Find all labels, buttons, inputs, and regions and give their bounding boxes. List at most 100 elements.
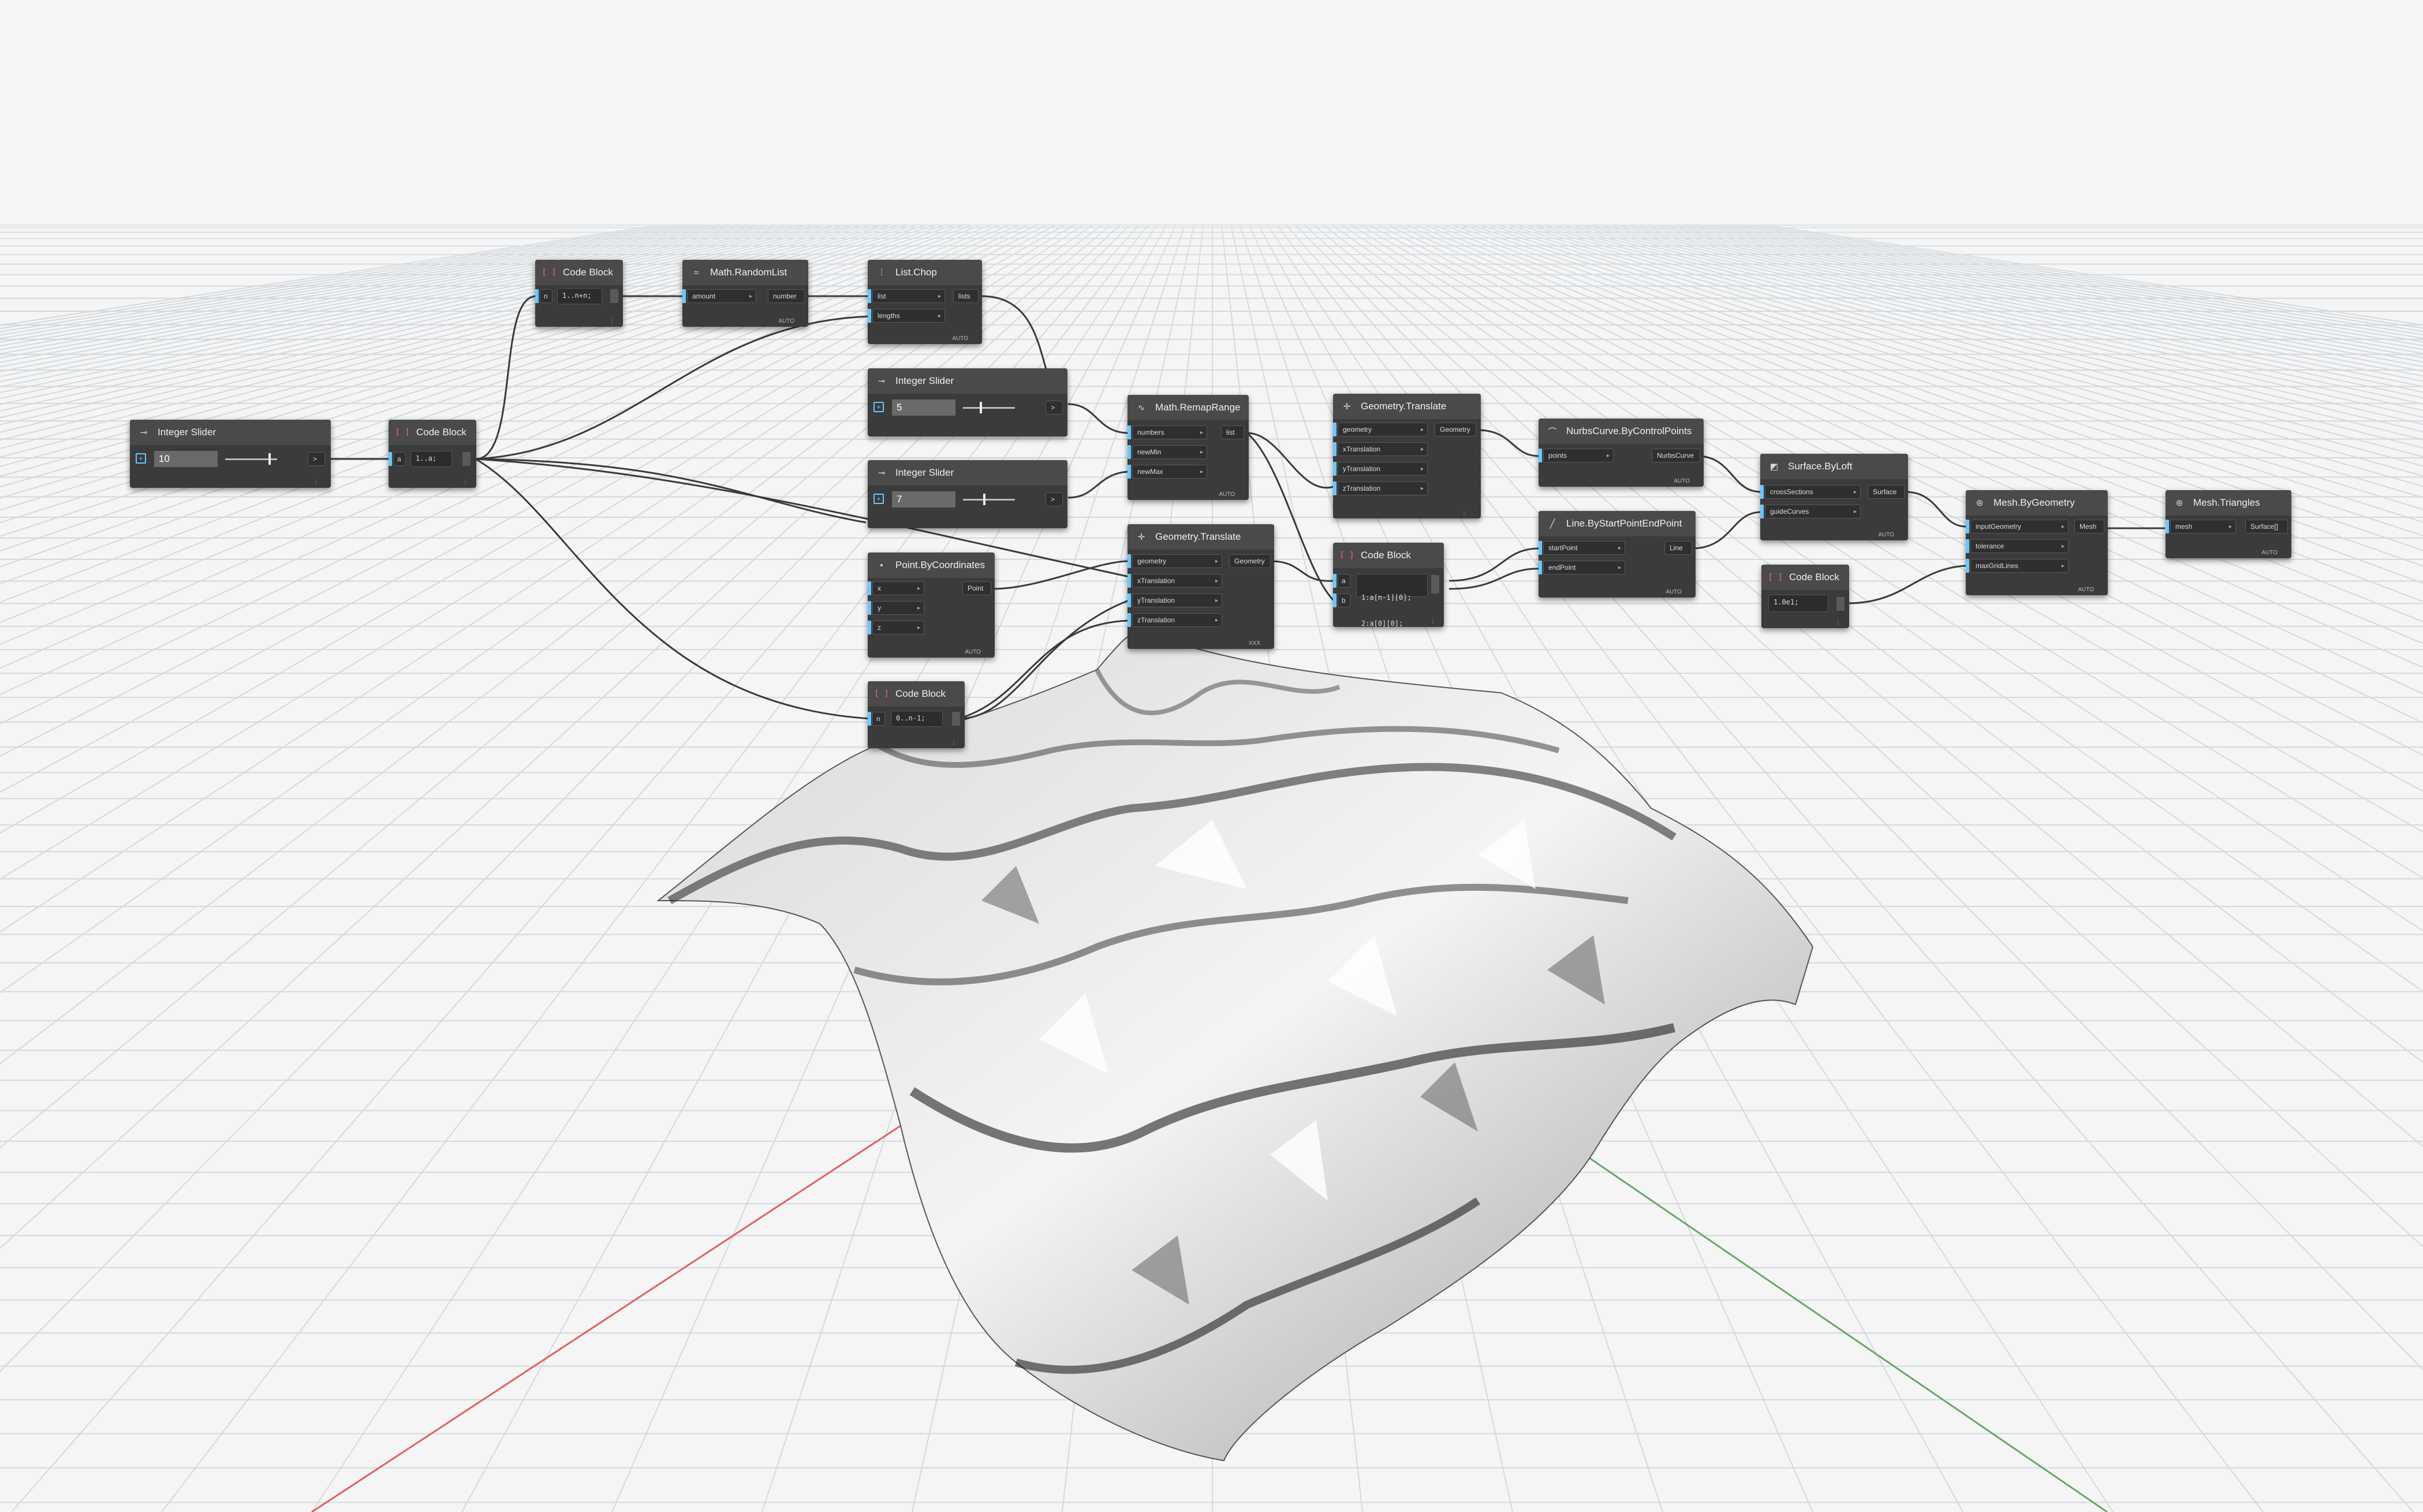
code-editor[interactable]: 1:a[n-1][0]; 2:a[0][0]; [1356,574,1428,628]
input-port-x[interactable] [868,581,871,595]
input-port-geometry[interactable] [1128,554,1131,568]
input-points[interactable]: points ▸ [1543,449,1614,462]
input-port-newmax[interactable] [1128,465,1131,479]
code-block-node[interactable]: [ ] Code Block a b 1:a[n-1][0]; 2:a[0][0]… [1333,543,1444,628]
output-lists[interactable]: lists [953,289,979,303]
input-port-lengths[interactable] [868,309,871,323]
input-port-guidecurves[interactable] [1760,505,1764,518]
input-newmin[interactable]: newMin ▸ [1132,445,1207,459]
input-crosssections[interactable]: crossSections ▸ [1765,485,1861,499]
input-port-y[interactable] [868,601,871,615]
integer-slider-node[interactable]: ⊸ Integer Slider + 10 > ⋮ [130,420,331,488]
integer-slider-node[interactable]: ⊸ Integer Slider + 5 > [868,368,1067,436]
input-list[interactable]: list ▸ [872,289,945,303]
integer-slider-node[interactable]: ⊸ Integer Slider + 7 > [868,460,1067,528]
output-port[interactable] [610,289,618,303]
remap-range-node[interactable]: ∿ Math.RemapRange numbers ▸ newMin ▸ newMax… [1128,395,1249,500]
slider-output[interactable]: > [1046,401,1063,415]
input-ztranslation[interactable]: zTranslation ▸ [1338,481,1428,495]
input-amount[interactable]: amount ▸ [687,289,756,303]
input-maxgridlines[interactable]: maxGridLines ▸ [1970,559,2069,573]
output-mesh[interactable]: Mesh [2074,520,2104,533]
nurbs-curve-node[interactable]: ⌒ NurbsCurve.ByControlPoints points ▸ Nurb… [1539,419,1704,487]
input-inputgeometry[interactable]: inputGeometry ▸ [1970,520,2069,533]
input-ytranslation[interactable]: yTranslation ▸ [1132,593,1222,607]
input-guidecurves[interactable]: guideCurves ▸ [1765,505,1861,518]
output-nurbscurve[interactable]: NurbsCurve [1652,449,1700,462]
input-port-newmin[interactable] [1128,445,1131,459]
mesh-triangles-node[interactable]: ⊛ Mesh.Triangles mesh ▸ Surface[] AUTO [2166,490,2291,558]
input-startpoint[interactable]: startPoint ▸ [1543,541,1625,555]
list-chop-node[interactable]: ⫶ List.Chop list ▸ lengths ▸ lists AUTO [868,260,982,344]
input-ytranslation[interactable]: yTranslation ▸ [1338,462,1428,476]
slider-thumb[interactable] [980,402,982,413]
input-port-a[interactable] [1333,574,1336,588]
output-surfaces[interactable]: Surface[] [2245,520,2288,533]
input-tolerance[interactable]: tolerance ▸ [1970,539,2069,553]
input-numbers[interactable]: numbers ▸ [1132,425,1207,439]
input-y[interactable]: y ▸ [872,601,924,615]
input-port-a[interactable] [389,452,392,466]
code-block-node[interactable]: [ ] Code Block 1.0e1; ⋮ [1761,565,1849,628]
output-port[interactable] [952,712,960,726]
input-geometry[interactable]: geometry ▸ [1132,554,1222,568]
slider-thumb[interactable] [983,494,985,505]
input-port-n[interactable] [868,712,871,726]
surface-by-loft-node[interactable]: ◩ Surface.ByLoft crossSections ▸ guideCurv… [1760,454,1908,540]
input-port-inputgeometry[interactable] [1966,520,1969,533]
input-port-ytranslation[interactable] [1128,593,1131,607]
input-port-geometry[interactable] [1333,423,1336,436]
code-block-node[interactable]: [ ] Code Block a 1..a; ⋮ [389,420,476,488]
input-xtranslation[interactable]: xTranslation ▸ [1338,442,1428,456]
input-geometry[interactable]: geometry ▸ [1338,423,1428,436]
input-port-ytranslation[interactable] [1333,462,1336,476]
output-port[interactable] [462,452,471,466]
geometry-translate-node[interactable]: ✛ Geometry.Translate geometry ▸ xTranslati… [1333,394,1481,518]
expand-icon[interactable]: + [873,494,884,504]
input-x[interactable]: x ▸ [872,581,924,595]
output-port[interactable] [1431,585,1439,593]
input-xtranslation[interactable]: xTranslation ▸ [1132,574,1222,588]
expand-icon[interactable]: + [136,453,146,464]
code-editor[interactable]: 1..n+n; [557,288,602,304]
output-line[interactable]: Line [1664,541,1692,555]
mesh-by-geometry-node[interactable]: ⊛ Mesh.ByGeometry inputGeometry ▸ toleranc… [1966,490,2108,595]
input-port-list[interactable] [868,289,871,303]
input-port-tolerance[interactable] [1966,539,1969,553]
input-port-z[interactable] [868,621,871,634]
input-port-ztranslation[interactable] [1128,613,1131,627]
point-by-coordinates-node[interactable]: • Point.ByCoordinates x ▸ y ▸ z ▸ Point AUTO [868,552,995,658]
slider-value[interactable]: 5 [892,400,955,416]
random-list-node[interactable]: ≈ Math.RandomList amount ▸ number AUTO [682,260,808,327]
input-port-b[interactable] [1333,593,1336,607]
slider-output[interactable]: > [1046,492,1063,506]
input-newmax[interactable]: newMax ▸ [1132,465,1207,479]
3d-viewport[interactable] [0,0,2423,1512]
geometry-translate-node[interactable]: ✛ Geometry.Translate geometry ▸ xTranslati… [1128,524,1274,649]
slider-value[interactable]: 10 [154,451,218,467]
output-point[interactable]: Point [962,581,991,595]
input-port-points[interactable] [1539,449,1542,462]
slider-value[interactable]: 7 [892,491,955,507]
input-port-maxgridlines[interactable] [1966,559,1969,573]
input-port-mesh[interactable] [2166,520,2169,533]
input-port-ztranslation[interactable] [1333,481,1336,495]
code-block-node[interactable]: [ ] Code Block n 0..n-1; ⋮ [868,681,965,748]
slider-track[interactable] [963,499,1015,501]
input-z[interactable]: z ▸ [872,621,924,634]
input-port-endpoint[interactable] [1539,561,1542,574]
input-port-amount[interactable] [682,289,686,303]
input-port-numbers[interactable] [1128,425,1131,439]
output-geometry[interactable]: Geometry [1435,423,1476,436]
input-endpoint[interactable]: endPoint ▸ [1543,561,1625,574]
input-port-xtranslation[interactable] [1128,574,1131,588]
input-lengths[interactable]: lengths ▸ [872,309,945,323]
output-number[interactable]: number [768,289,805,303]
input-port-xtranslation[interactable] [1333,442,1336,456]
input-port-startpoint[interactable] [1539,541,1542,555]
output-port[interactable] [1836,597,1845,611]
output-list[interactable]: list [1221,425,1244,439]
code-editor[interactable]: 1..a; [410,451,452,467]
line-by-points-node[interactable]: ╱ Line.ByStartPointEndPoint startPoint ▸ e… [1539,511,1696,598]
slider-track[interactable] [963,407,1015,409]
